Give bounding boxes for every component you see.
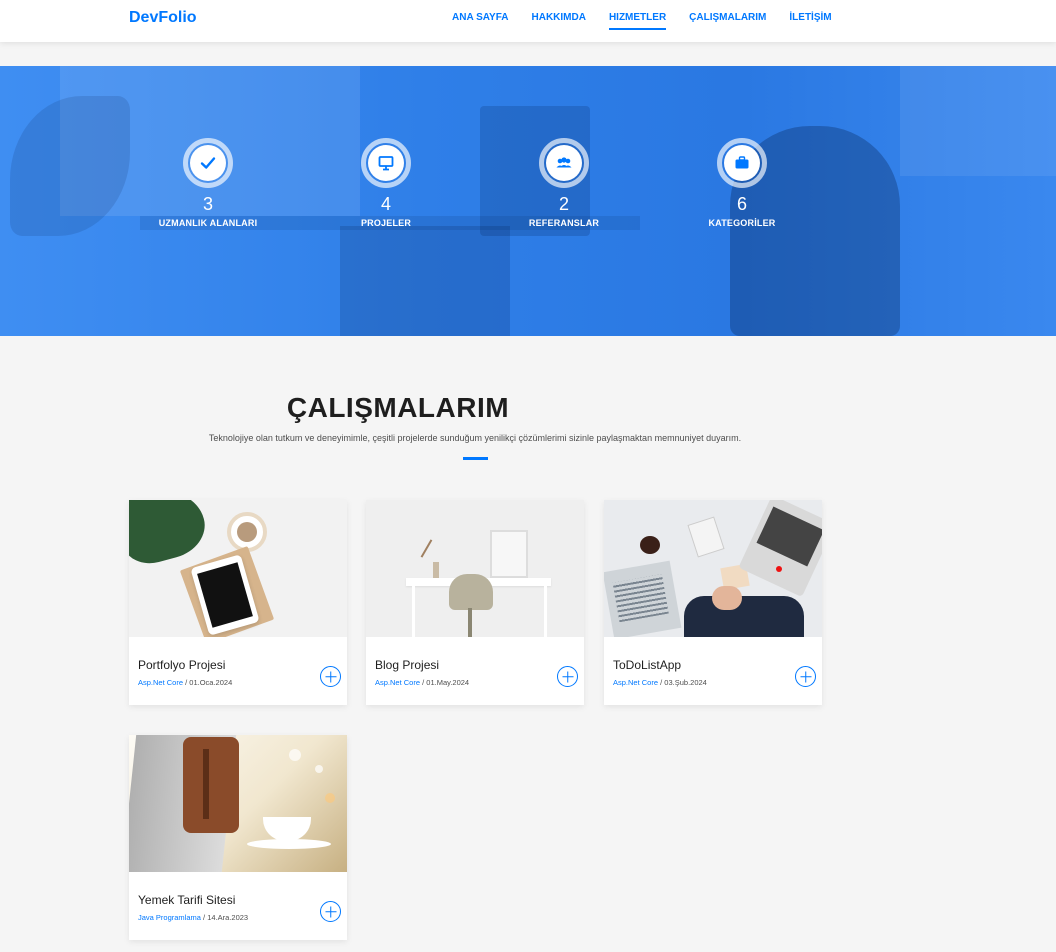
counter-ring xyxy=(183,138,233,188)
work-card-body: Portfolyo Projesi Asp.Net Core / 01.Oca.… xyxy=(129,637,347,705)
navbar: DevFolio ANA SAYFA HAKKIMDA HIZMETLER ÇA… xyxy=(0,0,1056,42)
counter-value: 4 xyxy=(380,194,391,214)
counter-categories: 6 KATEGORİLER xyxy=(672,138,812,228)
counter-value: 3 xyxy=(202,194,213,214)
counter-label: UZMANLIK ALANLARI xyxy=(158,218,258,228)
work-date: 14.Ara.2023 xyxy=(207,913,249,922)
counters-section: 3 UZMANLIK ALANLARI 4 PROJELER 2 REFERAN… xyxy=(0,66,1056,336)
counter-label: PROJELER xyxy=(360,218,412,228)
plus-circle-icon[interactable] xyxy=(795,666,816,687)
work-date: 01.Oca.2024 xyxy=(189,678,233,687)
work-date: 01.May.2024 xyxy=(426,678,470,687)
users-icon xyxy=(546,145,582,181)
work-meta: Asp.Net Core / 01.Oca.2024 xyxy=(138,678,233,687)
work-meta: Asp.Net Core / 03.Şub.2024 xyxy=(613,678,707,687)
monitor-icon xyxy=(368,145,404,181)
work-category[interactable]: Asp.Net Core xyxy=(138,678,183,687)
counter-label: REFERANSLAR xyxy=(528,218,600,228)
section-subtitle: Teknolojiye olan tutkum ve deneyimimle, … xyxy=(208,433,742,443)
work-title[interactable]: Blog Projesi xyxy=(375,658,439,672)
nav-link-services[interactable]: HIZMETLER xyxy=(608,12,667,30)
counter-ring xyxy=(539,138,589,188)
section-divider xyxy=(463,457,488,460)
work-thumbnail[interactable] xyxy=(366,500,584,637)
work-thumbnail[interactable] xyxy=(129,735,347,872)
work-date: 03.Şub.2024 xyxy=(664,678,707,687)
work-thumbnail[interactable] xyxy=(604,500,822,637)
counter-ring xyxy=(717,138,767,188)
work-card[interactable]: Yemek Tarifi Sitesi Java Programlama / 1… xyxy=(129,735,347,940)
work-card-body: Blog Projesi Asp.Net Core / 01.May.2024 xyxy=(366,637,584,705)
nav-link-works[interactable]: ÇALIŞMALARIM xyxy=(689,12,766,23)
work-meta: Asp.Net Core / 01.May.2024 xyxy=(375,678,470,687)
work-title[interactable]: Portfolyo Projesi xyxy=(138,658,225,672)
work-card-body: Yemek Tarifi Sitesi Java Programlama / 1… xyxy=(129,872,347,940)
work-category[interactable]: Asp.Net Core xyxy=(613,678,658,687)
work-title[interactable]: Yemek Tarifi Sitesi xyxy=(138,893,235,907)
work-category[interactable]: Asp.Net Core xyxy=(375,678,420,687)
counter-value: 6 xyxy=(736,194,747,214)
nav-menu: ANA SAYFA HAKKIMDA HIZMETLER ÇALIŞMALARI… xyxy=(452,12,832,30)
counter-projects: 4 PROJELER xyxy=(316,138,456,228)
section-title: ÇALIŞMALARIM xyxy=(286,392,510,423)
background-window xyxy=(900,66,1056,176)
nav-link-home[interactable]: ANA SAYFA xyxy=(452,12,509,23)
plus-circle-icon[interactable] xyxy=(320,666,341,687)
counter-ring xyxy=(361,138,411,188)
counter-references: 2 REFERANSLAR xyxy=(494,138,634,228)
work-card-body: ToDoListApp Asp.Net Core / 03.Şub.2024 xyxy=(604,637,822,705)
counter-label: KATEGORİLER xyxy=(708,218,776,228)
nav-link-contact[interactable]: İLETİŞİM xyxy=(789,12,831,23)
counter-value: 2 xyxy=(558,194,569,214)
work-thumbnail[interactable] xyxy=(129,500,347,637)
work-card[interactable]: Blog Projesi Asp.Net Core / 01.May.2024 xyxy=(366,500,584,705)
work-card[interactable]: ToDoListApp Asp.Net Core / 03.Şub.2024 xyxy=(604,500,822,705)
work-card[interactable]: Portfolyo Projesi Asp.Net Core / 01.Oca.… xyxy=(129,500,347,705)
plus-circle-icon[interactable] xyxy=(320,901,341,922)
brand-logo[interactable]: DevFolio xyxy=(129,9,197,27)
plus-circle-icon[interactable] xyxy=(557,666,578,687)
work-category[interactable]: Java Programlama xyxy=(138,913,201,922)
briefcase-icon xyxy=(724,145,760,181)
counter-expertise: 3 UZMANLIK ALANLARI xyxy=(138,138,278,228)
work-title[interactable]: ToDoListApp xyxy=(613,658,681,672)
check-icon xyxy=(190,145,226,181)
work-meta: Java Programlama / 14.Ara.2023 xyxy=(138,913,249,922)
section-title-wrap: ÇALIŞMALARIM xyxy=(0,392,1056,424)
background-screen xyxy=(340,226,510,336)
nav-link-about[interactable]: HAKKIMDA xyxy=(532,12,586,23)
